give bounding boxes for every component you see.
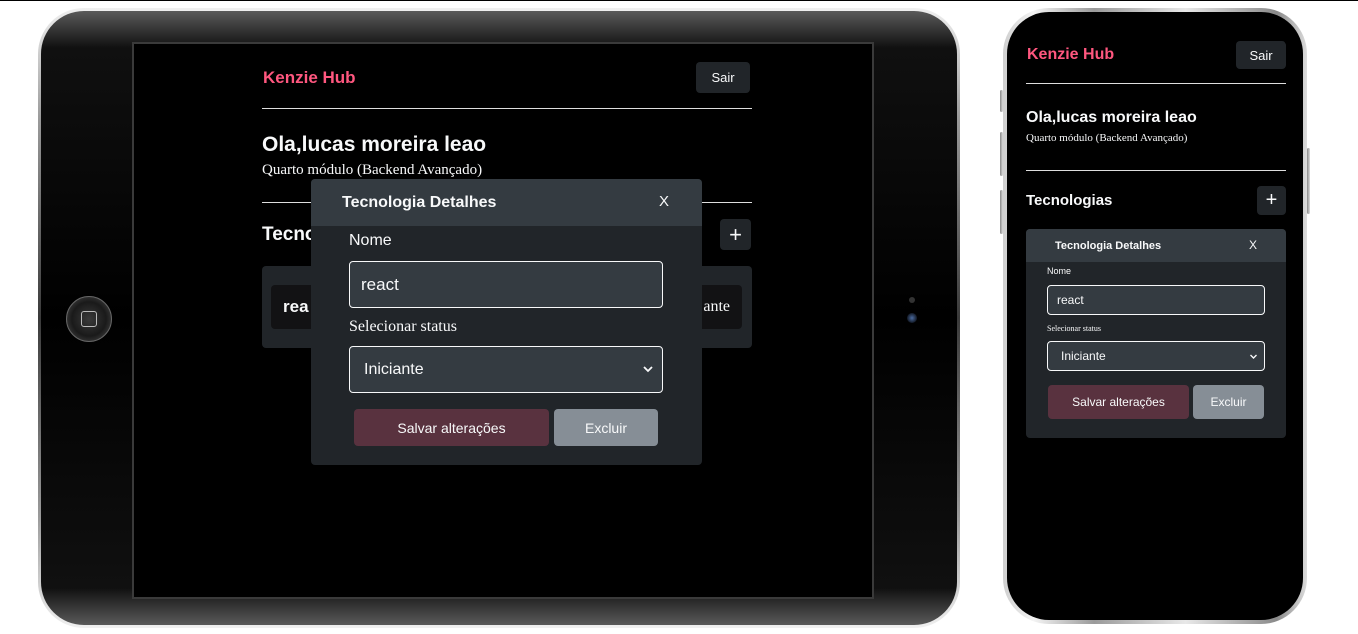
delete-button[interactable]: Excluir [1193,385,1264,419]
technology-details-modal: Tecnologia Detalhes X Nome react Selecio… [1026,229,1286,438]
add-technology-button[interactable]: + [720,219,751,250]
technologies-title: Tecnologias [1026,192,1113,209]
user-greeting: Ola,lucas moreira leao [1026,109,1197,126]
modal-title: Tecnologia Detalhes [1055,240,1162,252]
delete-button[interactable]: Excluir [554,409,658,446]
phone-power-button [1307,148,1310,214]
name-input[interactable]: react [1047,285,1265,315]
exit-button[interactable]: Sair [1236,41,1286,69]
technology-status: ante [703,298,730,315]
home-square-icon [81,311,97,327]
phone-bezel: Kenzie Hub Sair Ola,lucas moreira leao Q… [1007,12,1303,620]
status-select[interactable]: Iniciante [349,346,663,393]
name-label: Nome [1047,266,1072,276]
chevron-down-icon [1250,354,1257,359]
header-divider [1026,83,1286,84]
logo: Kenzie Hub [1027,46,1115,63]
phone-volume-down-button [1000,190,1003,234]
chevron-down-icon [643,366,653,373]
tablet-camera [907,313,917,323]
technology-details-modal: Tecnologia Detalhes X Nome react Selecio… [311,179,702,465]
phone-side-button [1000,90,1003,112]
tablet-bezel: Kenzie Hub Sair Ola,lucas moreira leao Q… [41,11,957,625]
name-input[interactable]: react [349,261,663,308]
modal-close-button[interactable]: X [659,193,669,210]
modal-header: Tecnologia Detalhes X [311,179,702,226]
status-label: Selecionar status [1047,324,1101,333]
logo: Kenzie Hub [263,68,356,87]
save-button[interactable]: Salvar alterações [354,409,549,446]
modal-close-button[interactable]: X [1249,238,1257,252]
phone-screen: Kenzie Hub Sair Ola,lucas moreira leao Q… [1021,32,1289,606]
status-select-value: Iniciante [1061,349,1106,363]
user-module: Quarto módulo (Backend Avançado) [1026,132,1188,144]
header-divider [262,108,752,109]
user-module: Quarto módulo (Backend Avançado) [262,162,483,178]
modal-title: Tecnologia Detalhes [342,194,497,211]
phone-volume-up-button [1000,132,1003,176]
name-label: Nome [349,232,392,249]
technology-name: rea [283,297,309,316]
user-greeting: Ola,lucas moreira leao [262,133,487,156]
tablet-device-frame: Kenzie Hub Sair Ola,lucas moreira leao Q… [38,8,960,628]
save-button[interactable]: Salvar alterações [1048,385,1189,419]
exit-button[interactable]: Sair [696,62,750,93]
status-label: Selecionar status [349,318,457,335]
profile-divider [1026,170,1286,171]
tablet-screen: Kenzie Hub Sair Ola,lucas moreira leao Q… [132,42,874,599]
status-select[interactable]: Iniciante [1047,341,1265,371]
add-technology-button[interactable]: + [1257,186,1286,215]
tablet-home-button[interactable] [66,296,112,342]
technologies-title: Tecno [262,224,317,245]
status-select-value: Iniciante [364,360,424,378]
tablet-sensor [909,297,915,303]
modal-header: Tecnologia Detalhes X [1026,229,1286,262]
top-rule [0,0,1358,1]
phone-device-frame: Kenzie Hub Sair Ola,lucas moreira leao Q… [1000,8,1310,624]
